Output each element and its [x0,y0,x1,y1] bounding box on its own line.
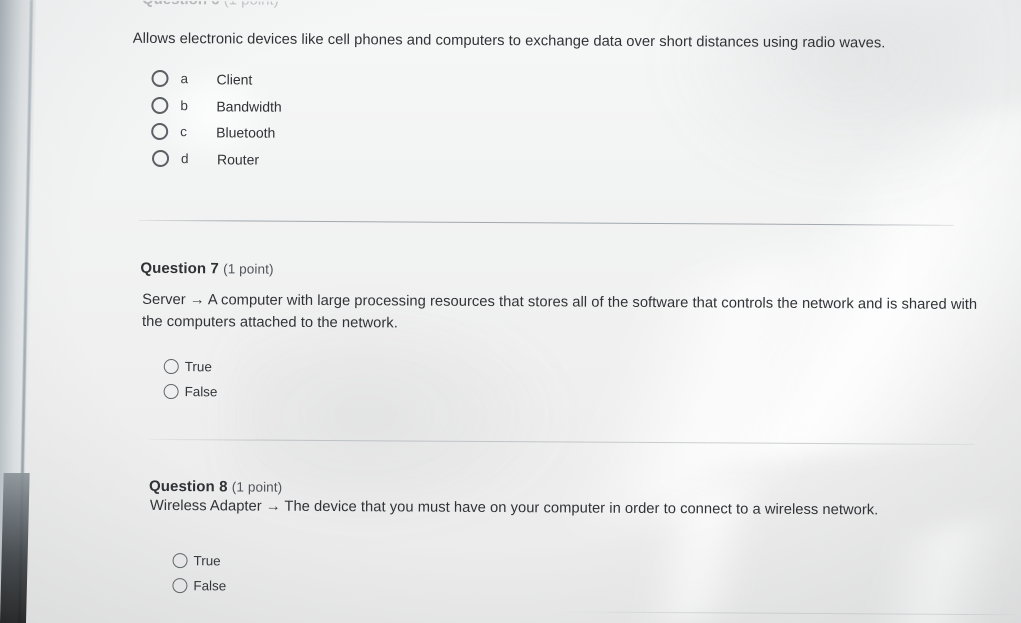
question6-option-a[interactable]: a Client [151,69,253,88]
question7-option-false[interactable]: False [163,384,218,400]
screen-photo: Question 6 (1 point) Allows electronic d… [0,0,1021,623]
radio-button-icon[interactable] [163,384,179,400]
question7-points: (1 point) [223,261,274,277]
question6-option-b[interactable]: b Bandwidth [151,96,282,115]
question7-prompt-line2: the computers attached to the network. [141,313,398,332]
radio-button-icon[interactable] [172,578,188,594]
question6-prompt: Allows electronic devices like cell phon… [132,30,886,52]
option-label: True [184,359,212,375]
cutoff-question-points: (1 point) [223,0,279,9]
quiz-content: Question 6 (1 point) Allows electronic d… [0,0,1021,623]
question8-option-true[interactable]: True [172,553,221,569]
option-label: Bandwidth [216,97,282,115]
question8-option-false[interactable]: False [172,578,226,593]
question8-header: Question 8 (1 point) [149,478,282,496]
option-label: False [193,578,227,594]
radio-button-icon[interactable] [151,149,170,168]
option-label: Router [216,150,260,168]
question-divider-1 [138,219,954,226]
option-label: Client [216,70,253,88]
question-divider-3 [556,611,1017,616]
question6-option-c[interactable]: c Bluetooth [151,122,276,141]
option-letter: b [180,98,188,114]
cutoff-question-title: Question 6 [142,0,220,8]
question8-title: Question 8 [148,477,228,496]
question7-title: Question 7 [140,259,219,278]
question8-points: (1 point) [231,479,283,495]
question7-header: Question 7 (1 point) [140,260,273,278]
option-letter: a [180,71,189,87]
cutoff-header-clip: Question 6 (1 point) [0,0,1021,15]
screen-bezel-shadow [0,473,30,623]
radio-button-icon[interactable] [151,96,169,115]
radio-button-icon[interactable] [151,122,169,141]
radio-button-icon[interactable] [163,359,179,375]
option-letter: c [180,124,187,140]
option-label: False [184,384,218,400]
question8-prompt: Wireless Adapter → The device that you m… [149,497,879,519]
question7-option-true[interactable]: True [163,359,212,375]
radio-button-icon[interactable] [151,69,169,88]
radio-button-icon[interactable] [172,553,188,569]
question6-option-d[interactable]: d Router [151,149,260,168]
option-label: True [193,553,221,569]
option-letter: d [180,151,189,167]
cutoff-question-header: Question 6 (1 point) [142,0,279,9]
question-divider-2 [149,438,975,445]
option-label: Bluetooth [216,123,276,141]
